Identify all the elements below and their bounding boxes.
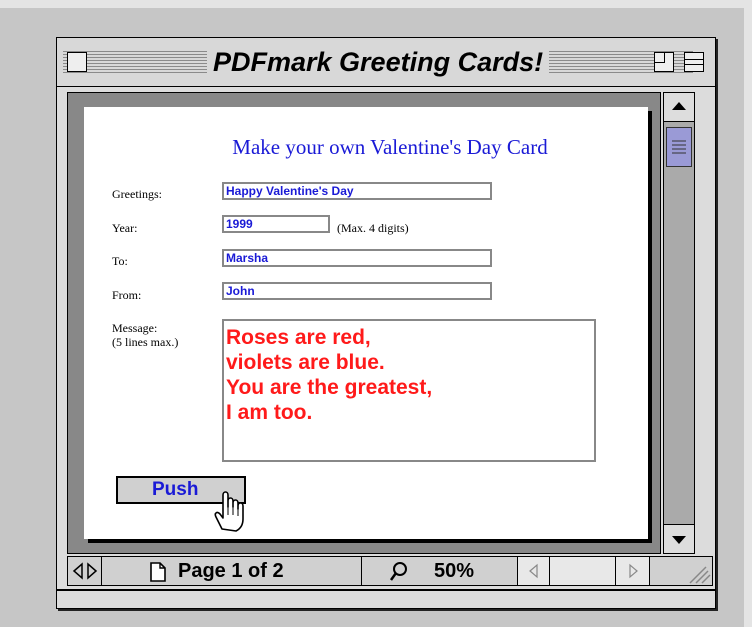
grip-lines-icon	[672, 140, 686, 154]
arrow-up-icon	[672, 102, 686, 110]
to-label: To:	[112, 254, 128, 268]
vertical-scrollbar[interactable]	[663, 92, 695, 554]
year-field[interactable]: 1999	[222, 215, 330, 233]
resize-grow-box[interactable]	[650, 557, 712, 585]
page-flip-button[interactable]	[68, 557, 102, 585]
message-label: Message:	[112, 321, 158, 335]
page-heading: Make your own Valentine's Day Card	[232, 135, 548, 159]
year-hint: (Max. 4 digits)	[337, 221, 409, 235]
scroll-thumb[interactable]	[666, 127, 692, 167]
arrow-left-icon	[529, 563, 538, 579]
hscroll-track[interactable]	[550, 557, 616, 585]
status-bar: Page 1 of 2 50%	[67, 556, 713, 586]
zoom-level: 50%	[434, 560, 475, 582]
magnifier-icon	[389, 562, 407, 581]
message-field[interactable]: Roses are red, violets are blue. You are…	[222, 319, 596, 462]
title-bar[interactable]: PDFmark Greeting Cards!	[57, 38, 715, 87]
page-icon	[150, 562, 166, 582]
page-indicator: Page 1 of 2	[178, 560, 284, 582]
page-number-button[interactable]: Page 1 of 2	[102, 557, 362, 585]
scroll-down-button[interactable]	[664, 524, 694, 553]
year-label: Year:	[112, 221, 138, 235]
collapse-box-icon[interactable]	[684, 52, 704, 72]
screen-frame-right	[744, 0, 752, 627]
title-bar-grip-icon	[93, 51, 113, 73]
from-field[interactable]: John	[222, 282, 492, 300]
zoom-button[interactable]: 50%	[362, 557, 518, 585]
resize-grip-icon	[689, 566, 711, 584]
arrow-right-icon	[629, 563, 638, 579]
page-flip-arrows-icon	[72, 562, 98, 580]
screen-frame-top	[0, 0, 752, 8]
window-title: PDFmark Greeting Cards!	[207, 44, 550, 80]
arrow-down-icon	[672, 536, 686, 544]
hand-cursor-icon	[214, 491, 244, 532]
close-box-icon[interactable]	[67, 52, 87, 72]
hscroll-left-button[interactable]	[518, 557, 550, 585]
to-field[interactable]: Marsha	[222, 249, 492, 267]
message-sublabel: (5 lines max.)	[112, 335, 179, 349]
pdf-page: Make your own Valentine's Day Card Greet…	[84, 107, 648, 539]
zoom-box-icon[interactable]	[654, 52, 674, 72]
scroll-up-button[interactable]	[664, 93, 694, 122]
hscroll-right-button[interactable]	[616, 557, 650, 585]
document-viewport: Make your own Valentine's Day Card Greet…	[67, 92, 661, 554]
from-label: From:	[112, 288, 142, 302]
window-bottom-edge	[57, 589, 715, 591]
greetings-field[interactable]: Happy Valentine's Day	[222, 182, 492, 200]
document-window: PDFmark Greeting Cards! Make your own Va…	[56, 37, 716, 609]
greetings-label: Greetings:	[112, 187, 162, 201]
